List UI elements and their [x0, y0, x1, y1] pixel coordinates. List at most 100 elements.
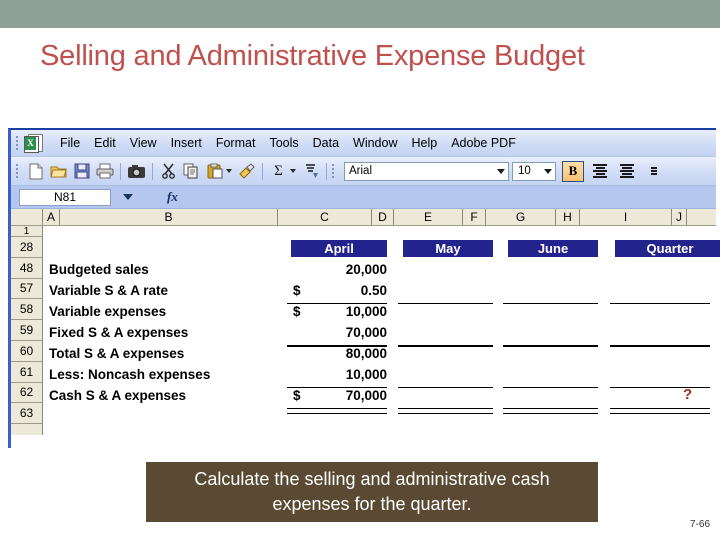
period-header-april: April	[291, 240, 387, 257]
toolbar-separator	[120, 162, 121, 180]
row-header-58[interactable]: 58	[11, 299, 42, 321]
row-header-57[interactable]: 57	[11, 279, 42, 300]
underline-june-row59	[503, 345, 598, 347]
print-icon[interactable]	[94, 161, 115, 182]
underline-may-row59	[398, 345, 493, 347]
align-right-button[interactable]	[643, 161, 665, 182]
row-label-less-noncash-expenses: Less: Noncash expenses	[49, 367, 211, 382]
april-variable-expenses: 10,000	[345, 304, 387, 319]
name-box-dropdown-icon[interactable]	[123, 194, 133, 200]
print-preview-camera-icon[interactable]	[126, 161, 147, 182]
formatting-toolbar-drag-handle[interactable]	[331, 163, 335, 179]
column-header-i[interactable]: I	[580, 209, 672, 225]
double-underline-april	[287, 408, 387, 414]
font-name-dropdown-icon[interactable]	[497, 169, 505, 174]
paste-icon[interactable]	[204, 161, 225, 182]
underline-june-row57	[503, 303, 598, 304]
underline-june-row61	[503, 387, 598, 388]
menu-item-format[interactable]: Format	[209, 134, 263, 152]
double-underline-june	[503, 408, 598, 414]
april-cash-sa-expenses: 70,000	[345, 388, 387, 403]
row-header-59[interactable]: 59	[11, 320, 42, 341]
font-name-combo[interactable]: Arial	[344, 161, 509, 181]
row-header-48[interactable]: 48	[11, 258, 42, 279]
font-size-combo[interactable]: 10	[512, 161, 556, 181]
select-all-corner[interactable]	[11, 209, 43, 225]
sort-icon[interactable]	[300, 161, 321, 182]
row-header-60[interactable]: 60	[11, 341, 42, 362]
row-label-variable-sa-rate: Variable S & A rate	[49, 283, 169, 298]
top-banner	[0, 0, 720, 28]
menu-item-data[interactable]: Data	[306, 134, 346, 152]
autosum-dropdown-icon[interactable]	[290, 169, 296, 173]
row-label-budgeted-sales: Budgeted sales	[49, 262, 149, 277]
toolbar-drag-handle[interactable]	[15, 163, 19, 179]
row-header-28[interactable]: 28	[11, 237, 42, 258]
column-header-row: A B C D E F G H I J	[11, 209, 716, 226]
menu-bar: X File Edit View Insert Format Tools Dat…	[11, 130, 716, 157]
excel-window: X File Edit View Insert Format Tools Dat…	[8, 128, 720, 448]
insert-function-icon[interactable]: fx	[167, 189, 178, 205]
column-header-h[interactable]: H	[556, 209, 580, 225]
column-header-d[interactable]: D	[372, 209, 394, 225]
double-underline-quarter	[610, 408, 710, 414]
menu-item-adobe-pdf[interactable]: Adobe PDF	[444, 134, 523, 152]
row-label-fixed-sa-expenses: Fixed S & A expenses	[49, 325, 189, 340]
standard-toolbar: Σ Arial 10 B	[11, 157, 716, 186]
row-header-1[interactable]: 1	[11, 226, 42, 237]
autosum-icon[interactable]: Σ	[268, 161, 289, 182]
column-header-e[interactable]: E	[394, 209, 463, 225]
format-painter-icon[interactable]	[236, 161, 257, 182]
font-size-value: 10	[518, 165, 531, 177]
underline-quarter-row61	[610, 387, 710, 388]
toolbar-separator	[262, 162, 263, 180]
underline-quarter-row59	[610, 345, 710, 347]
column-header-j[interactable]: J	[672, 209, 687, 225]
name-box[interactable]: N81	[19, 188, 111, 206]
column-header-a[interactable]: A	[43, 209, 60, 225]
underline-may-row57	[398, 303, 493, 304]
period-header-may: May	[403, 240, 493, 257]
underline-quarter-row57	[610, 303, 710, 304]
font-name-value: Arial	[349, 165, 373, 177]
instruction-callout: Calculate the selling and administrative…	[146, 462, 598, 522]
grid-content: April May June Quarter Budgeted sales 20…	[43, 226, 720, 435]
menu-item-edit[interactable]: Edit	[87, 134, 123, 152]
april-noncash-expenses: 10,000	[345, 367, 387, 382]
menu-item-file[interactable]: File	[53, 134, 87, 152]
row-header-column: 1 28 48 57 58 59 60 61 62 63	[11, 226, 43, 435]
period-header-june: June	[508, 240, 598, 257]
align-center-button[interactable]	[616, 161, 638, 182]
column-header-c[interactable]: C	[278, 209, 372, 225]
row-header-62[interactable]: 62	[11, 383, 42, 404]
row-header-63[interactable]: 63	[11, 403, 42, 425]
menu-item-view[interactable]: View	[123, 134, 164, 152]
menu-drag-handle[interactable]	[15, 135, 19, 151]
toolbar-separator	[152, 162, 153, 180]
menu-item-help[interactable]: Help	[405, 134, 445, 152]
align-left-button[interactable]	[589, 161, 611, 182]
excel-logo-icon: X	[24, 134, 43, 153]
menu-item-window[interactable]: Window	[346, 134, 404, 152]
april-total-sa-expenses: 80,000	[345, 346, 387, 361]
double-underline-may	[398, 408, 493, 414]
cut-scissors-icon[interactable]	[158, 161, 179, 182]
new-document-icon[interactable]	[25, 161, 46, 182]
worksheet-grid[interactable]: 1 28 48 57 58 59 60 61 62 63 April May J…	[11, 226, 720, 435]
font-size-dropdown-icon[interactable]	[544, 169, 552, 174]
row-label-variable-expenses: Variable expenses	[49, 304, 167, 319]
copy-icon[interactable]	[181, 161, 202, 182]
april-variable-sa-rate: 0.50	[360, 283, 387, 298]
formula-bar: N81 fx	[11, 186, 716, 209]
menu-item-tools[interactable]: Tools	[262, 134, 305, 152]
column-header-b[interactable]: B	[60, 209, 278, 225]
april-fixed-sa-expenses: 70,000	[345, 325, 387, 340]
row-header-61[interactable]: 61	[11, 362, 42, 383]
paste-dropdown-icon[interactable]	[226, 169, 232, 173]
open-folder-icon[interactable]	[48, 161, 69, 182]
column-header-f[interactable]: F	[463, 209, 486, 225]
save-icon[interactable]	[71, 161, 92, 182]
menu-item-insert[interactable]: Insert	[164, 134, 209, 152]
column-header-g[interactable]: G	[486, 209, 556, 225]
bold-button[interactable]: B	[562, 160, 584, 182]
